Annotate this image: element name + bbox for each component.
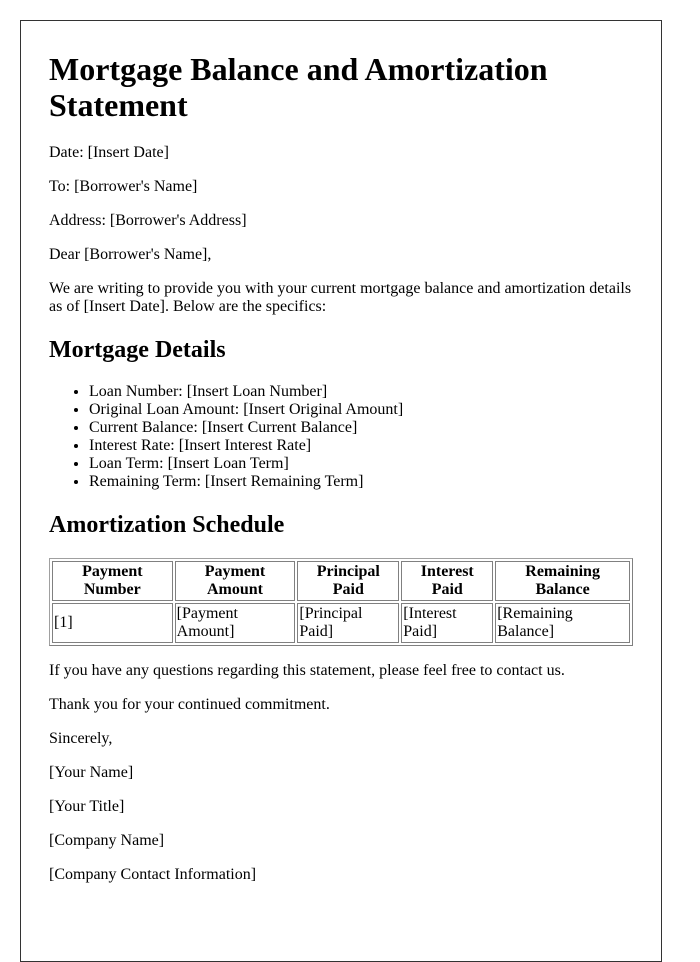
cell-payment-number: [1] bbox=[52, 603, 173, 643]
address-field: Address: [Borrower's Address] bbox=[49, 212, 247, 229]
mortgage-details-list: Loan Number: [Insert Loan Number] Origin… bbox=[49, 383, 633, 491]
cell-principal-paid: [Principal Paid] bbox=[297, 603, 400, 643]
detail-interest-rate: Interest Rate: [Insert Interest Rate] bbox=[89, 437, 633, 455]
column-header-remaining-balance: Remaining Balance bbox=[495, 561, 630, 601]
signature-company: [Company Name] bbox=[49, 832, 165, 849]
salutation: Dear [Borrower's Name], bbox=[49, 246, 212, 263]
detail-current-balance: Current Balance: [Insert Current Balance… bbox=[89, 419, 633, 437]
detail-remaining-term: Remaining Term: [Insert Remaining Term] bbox=[89, 473, 633, 491]
amortization-heading: Amortization Schedule bbox=[49, 512, 285, 538]
cell-interest-paid: [Interest Paid] bbox=[401, 603, 494, 643]
detail-loan-term: Loan Term: [Insert Loan Term] bbox=[89, 455, 633, 473]
questions-paragraph: If you have any questions regarding this… bbox=[49, 662, 565, 679]
sign-off: Sincerely, bbox=[49, 730, 113, 747]
cell-remaining-balance: [Remaining Balance] bbox=[495, 603, 630, 643]
column-header-payment-amount: Payment Amount bbox=[174, 561, 296, 601]
signature-contact: [Company Contact Information] bbox=[49, 866, 257, 883]
detail-original-amount: Original Loan Amount: [Insert Original A… bbox=[89, 401, 633, 419]
column-header-payment-number: Payment Number bbox=[52, 561, 173, 601]
cell-payment-amount: [Payment Amount] bbox=[174, 603, 296, 643]
statement-document: Mortgage Balance and Amortization Statem… bbox=[20, 20, 662, 962]
mortgage-details-heading: Mortgage Details bbox=[49, 337, 226, 363]
signature-title: [Your Title] bbox=[49, 798, 125, 815]
recipient-field: To: [Borrower's Name] bbox=[49, 178, 198, 195]
document-title: Mortgage Balance and Amortization Statem… bbox=[49, 51, 548, 123]
detail-loan-number: Loan Number: [Insert Loan Number] bbox=[89, 383, 633, 401]
amortization-table: Payment Number Payment Amount Principal … bbox=[49, 558, 633, 646]
table-header-row: Payment Number Payment Amount Principal … bbox=[52, 561, 630, 601]
date-field: Date: [Insert Date] bbox=[49, 144, 169, 161]
column-header-principal-paid: Principal Paid bbox=[297, 561, 400, 601]
table-row: [1] [Payment Amount] [Principal Paid] [I… bbox=[52, 603, 630, 643]
thanks-paragraph: Thank you for your continued commitment. bbox=[49, 696, 330, 713]
signature-name: [Your Name] bbox=[49, 764, 134, 781]
column-header-interest-paid: Interest Paid bbox=[401, 561, 494, 601]
intro-paragraph: We are writing to provide you with your … bbox=[49, 280, 632, 315]
